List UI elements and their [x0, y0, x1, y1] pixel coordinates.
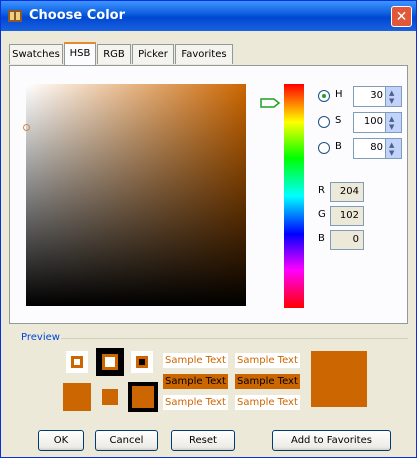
hue-slider[interactable]	[284, 84, 304, 308]
brightness-radio[interactable]	[318, 142, 330, 154]
hsb-panel: H 30 ▲ ▼ S 100 ▲ ▼ B 80 ▲ ▼ R 204 G 102 …	[9, 65, 408, 324]
preview-color-swatch	[311, 351, 367, 407]
saturation-label: S	[335, 115, 342, 126]
spin-up-icon[interactable]: ▲	[389, 115, 394, 123]
window-title: Choose Color	[29, 8, 126, 23]
add-to-favorites-button[interactable]: Add to Favorites	[272, 430, 391, 451]
saturation-value[interactable]: 100	[364, 116, 383, 127]
preview-label: Preview	[21, 332, 60, 343]
ok-button[interactable]: OK	[38, 430, 84, 451]
tab-picker[interactable]: Picker	[132, 44, 174, 64]
green-value: 102	[330, 206, 364, 226]
brightness-value[interactable]: 80	[370, 142, 383, 153]
sample-text: Sample Text	[235, 374, 300, 389]
blue-value: 0	[330, 230, 364, 250]
title-bar[interactable]: Choose Color ✕	[1, 1, 416, 31]
preview-swatch	[63, 383, 91, 411]
hue-spin-buttons[interactable]: ▲ ▼	[385, 87, 401, 106]
hue-spinner[interactable]: 30 ▲ ▼	[353, 86, 402, 107]
hue-radio[interactable]	[318, 90, 330, 102]
saturation-brightness-picker[interactable]	[26, 84, 246, 306]
saturation-radio[interactable]	[318, 116, 330, 128]
preview-swatch	[136, 356, 148, 368]
saturation-brightness-marker[interactable]	[23, 124, 30, 131]
choose-color-dialog: Choose Color ✕ Swatches HSB RGB Picker F…	[0, 0, 417, 458]
saturation-spin-buttons[interactable]: ▲ ▼	[385, 113, 401, 132]
sample-text: Sample Text	[235, 395, 300, 410]
close-button[interactable]: ✕	[391, 6, 412, 27]
sample-text: Sample Text	[235, 353, 300, 368]
spin-down-icon[interactable]: ▼	[389, 149, 394, 157]
blue-label: B	[318, 233, 325, 244]
sample-text: Sample Text	[163, 353, 228, 368]
reset-button[interactable]: Reset	[171, 430, 235, 451]
preview-swatch	[132, 386, 154, 408]
sample-text: Sample Text	[163, 374, 228, 389]
spin-up-icon[interactable]: ▲	[389, 141, 394, 149]
tab-hsb[interactable]: HSB	[64, 42, 96, 65]
brightness-label: B	[335, 141, 342, 152]
saturation-spinner[interactable]: 100 ▲ ▼	[353, 112, 402, 133]
tab-rgb[interactable]: RGB	[97, 44, 131, 64]
hue-value[interactable]: 30	[370, 90, 383, 101]
spin-down-icon[interactable]: ▼	[389, 97, 394, 105]
spin-down-icon[interactable]: ▼	[389, 123, 394, 131]
preview-swatch	[71, 356, 83, 368]
tab-favorites[interactable]: Favorites	[175, 44, 233, 64]
close-icon: ✕	[395, 9, 408, 25]
brightness-spin-buttons[interactable]: ▲ ▼	[385, 139, 401, 158]
red-label: R	[318, 185, 325, 196]
cancel-button[interactable]: Cancel	[95, 430, 158, 451]
hue-slider-arrow-icon[interactable]	[260, 98, 280, 108]
red-value: 204	[330, 182, 364, 202]
brightness-spinner[interactable]: 80 ▲ ▼	[353, 138, 402, 159]
preview-swatch	[102, 354, 118, 370]
sample-text: Sample Text	[163, 395, 228, 410]
app-icon	[8, 10, 22, 22]
tab-swatches[interactable]: Swatches	[9, 44, 63, 64]
hue-label: H	[335, 89, 343, 100]
spin-up-icon[interactable]: ▲	[389, 89, 394, 97]
preview-divider	[61, 338, 408, 339]
green-label: G	[318, 209, 326, 220]
preview-swatch	[102, 389, 118, 405]
